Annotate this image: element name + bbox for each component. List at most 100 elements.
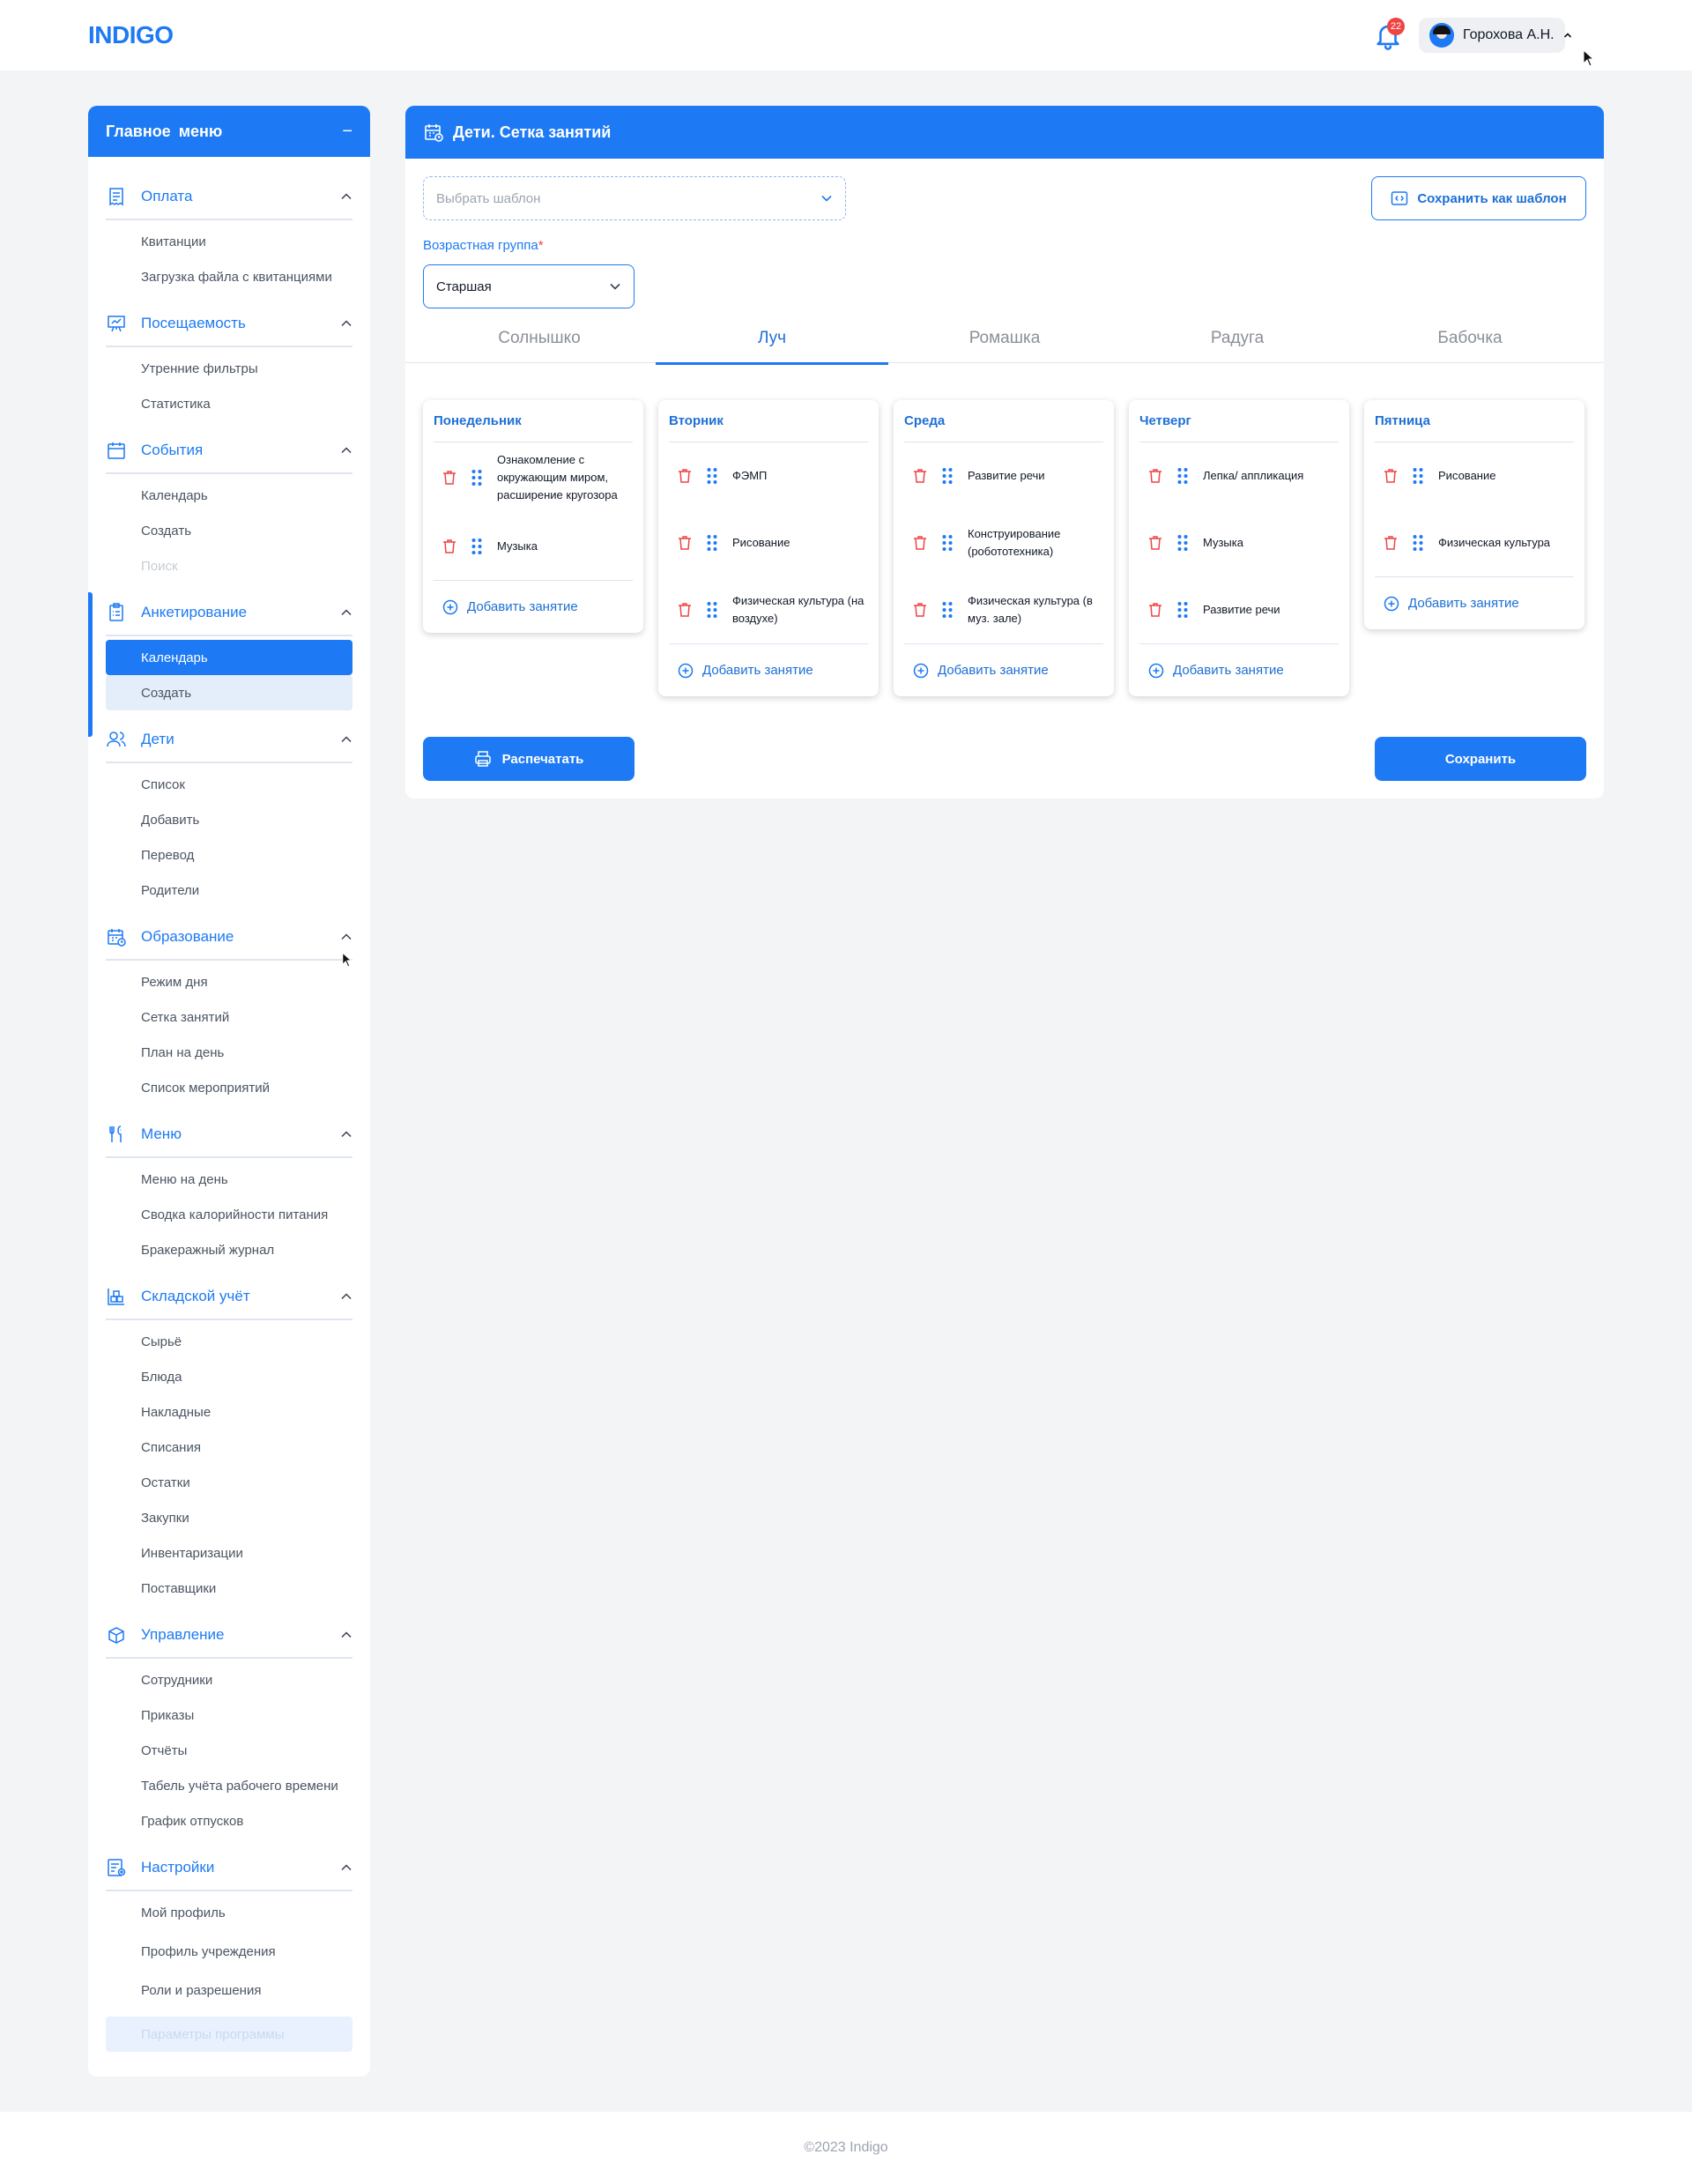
sidebar-item-my-profile[interactable]: Мой профиль — [106, 1895, 352, 1930]
trash-icon[interactable] — [678, 535, 692, 551]
add-lesson-button[interactable]: Добавить занятие — [434, 580, 633, 633]
drag-handle-icon[interactable] — [941, 601, 954, 619]
sidebar-item-timesheet[interactable]: Табель учёта рабочего времени — [106, 1768, 352, 1803]
sidebar-item-calories-summary[interactable]: Сводка калорийности питания — [106, 1197, 352, 1232]
sidebar-item-lesson-grid[interactable]: Сетка занятий — [106, 999, 352, 1035]
template-select[interactable]: Выбрать шаблон — [423, 176, 846, 220]
logo[interactable]: INDIGO — [88, 21, 174, 49]
sidebar-item-events-calendar[interactable]: Календарь — [106, 478, 352, 513]
sidebar-section-children[interactable]: Дети — [106, 717, 352, 763]
sidebar-section-payment[interactable]: Оплата — [106, 175, 352, 220]
sidebar-item-staff[interactable]: Сотрудники — [106, 1662, 352, 1697]
sidebar-item-institution-profile[interactable]: Профиль учреждения — [106, 1934, 352, 1969]
trash-icon[interactable] — [1148, 602, 1162, 618]
drag-handle-icon[interactable] — [1412, 534, 1424, 552]
section-label: Оплата — [141, 188, 193, 204]
sidebar-item-activities-list[interactable]: Список мероприятий — [106, 1070, 352, 1105]
lesson-row: Ознакомление с окружающим миром, расшире… — [434, 442, 633, 513]
trash-icon[interactable] — [1384, 468, 1398, 484]
trash-icon[interactable] — [913, 535, 927, 551]
sidebar-item-stock[interactable]: Остатки — [106, 1465, 352, 1500]
trash-icon[interactable] — [442, 470, 456, 486]
sidebar-item-statistics[interactable]: Статистика — [106, 386, 352, 421]
sidebar-item-day-plan[interactable]: План на день — [106, 1035, 352, 1070]
sidebar-item-suppliers[interactable]: Поставщики — [106, 1571, 352, 1606]
trash-icon[interactable] — [678, 468, 692, 484]
drag-handle-icon[interactable] — [1176, 601, 1189, 619]
sidebar-item-vacation-schedule[interactable]: График отпусков — [106, 1803, 352, 1839]
sidebar-item-daily-routine[interactable]: Режим дня — [106, 964, 352, 999]
sidebar-item-inventory[interactable]: Инвентаризации — [106, 1535, 352, 1571]
drag-handle-icon[interactable] — [941, 467, 954, 485]
sidebar-item-children-transfer[interactable]: Перевод — [106, 837, 352, 873]
tab-solnyshko[interactable]: Солнышко — [423, 314, 656, 363]
receipt-icon — [109, 188, 123, 206]
save-button[interactable]: Сохранить — [1375, 737, 1586, 781]
age-group-select[interactable]: Старшая — [423, 264, 634, 308]
sidebar-section-management[interactable]: Управление — [106, 1613, 352, 1659]
sidebar-item-children-add[interactable]: Добавить — [106, 802, 352, 837]
sidebar-item-surveys-create[interactable]: Создать — [106, 675, 352, 710]
sidebar-item-rejection-journal[interactable]: Бракеражный журнал — [106, 1232, 352, 1267]
tab-romashka[interactable]: Ромашка — [888, 314, 1121, 363]
section-label: Анкетирование — [141, 604, 248, 620]
user-menu[interactable]: Горохова А.Н. — [1419, 18, 1571, 53]
trash-icon[interactable] — [1384, 535, 1398, 551]
tab-luch[interactable]: Луч — [656, 314, 888, 365]
trash-icon[interactable] — [442, 539, 456, 554]
lesson-row: Лепка/ аппликация — [1139, 442, 1339, 509]
tab-babochka[interactable]: Бабочка — [1354, 314, 1586, 363]
sidebar-section-menu[interactable]: Меню — [106, 1112, 352, 1158]
sidebar-item-raw-materials[interactable]: Сырьё — [106, 1324, 352, 1359]
collapse-icon[interactable]: − — [342, 123, 352, 140]
sidebar-section-warehouse[interactable]: Складской учёт — [106, 1274, 352, 1320]
drag-handle-icon[interactable] — [471, 469, 483, 487]
drag-handle-icon[interactable] — [1176, 534, 1189, 552]
drag-handle-icon[interactable] — [941, 534, 954, 552]
sidebar-section-education[interactable]: Образование — [106, 915, 352, 961]
sidebar-item-day-menu[interactable]: Меню на день — [106, 1162, 352, 1197]
trash-icon[interactable] — [678, 602, 692, 618]
sidebar-item-invoices[interactable]: Накладные — [106, 1394, 352, 1430]
add-lesson-button[interactable]: Добавить занятие — [1375, 576, 1574, 629]
sidebar-item-upload-receipts[interactable]: Загрузка файла с квитанциями — [106, 259, 352, 294]
lesson-name: Лепка/ аппликация — [1203, 469, 1304, 482]
trash-icon[interactable] — [1148, 468, 1162, 484]
drag-handle-icon[interactable] — [706, 534, 718, 552]
sidebar-section-settings[interactable]: Настройки — [106, 1846, 352, 1891]
drag-handle-icon[interactable] — [471, 538, 483, 555]
sidebar-section-surveys[interactable]: Анкетирование — [106, 591, 352, 636]
sidebar-item-purchases[interactable]: Закупки — [106, 1500, 352, 1535]
add-lesson-button[interactable]: Добавить занятие — [669, 643, 868, 696]
drag-handle-icon[interactable] — [706, 601, 718, 619]
drag-handle-icon[interactable] — [1176, 467, 1189, 485]
add-lesson-button[interactable]: Добавить занятие — [1139, 643, 1339, 696]
age-group-label: Возрастная группа* — [423, 238, 544, 253]
sidebar-item-dishes[interactable]: Блюда — [106, 1359, 352, 1394]
sidebar-item-receipts[interactable]: Квитанции — [106, 224, 352, 259]
sidebar-item-parents[interactable]: Родители — [106, 873, 352, 908]
section-label: Дети — [141, 731, 174, 747]
sidebar-header[interactable]: Главное меню − — [88, 106, 370, 157]
drag-handle-icon[interactable] — [706, 467, 718, 485]
day-title: Четверг — [1139, 400, 1339, 442]
sidebar-section-attendance[interactable]: Посещаемость — [106, 301, 352, 347]
sidebar-item-surveys-calendar[interactable]: Календарь — [106, 640, 352, 675]
drag-handle-icon[interactable] — [1412, 467, 1424, 485]
add-lesson-button[interactable]: Добавить занятие — [904, 643, 1103, 696]
sidebar-item-reports[interactable]: Отчёты — [106, 1733, 352, 1768]
clipboard-icon — [109, 603, 123, 621]
save-as-template-button[interactable]: Сохранить как шаблон — [1371, 176, 1586, 220]
trash-icon[interactable] — [1148, 535, 1162, 551]
print-button[interactable]: Распечатать — [423, 737, 634, 781]
tab-raduga[interactable]: Радуга — [1121, 314, 1354, 363]
sidebar-item-morning-filters[interactable]: Утренние фильтры — [106, 351, 352, 386]
trash-icon[interactable] — [913, 468, 927, 484]
trash-icon[interactable] — [913, 602, 927, 618]
sidebar-item-orders[interactable]: Приказы — [106, 1697, 352, 1733]
sidebar-section-events[interactable]: События — [106, 428, 352, 474]
sidebar-item-children-list[interactable]: Список — [106, 767, 352, 802]
sidebar-item-events-create[interactable]: Создать — [106, 513, 352, 548]
sidebar-item-roles[interactable]: Роли и разрешения — [106, 1972, 352, 2008]
sidebar-item-write-offs[interactable]: Списания — [106, 1430, 352, 1465]
